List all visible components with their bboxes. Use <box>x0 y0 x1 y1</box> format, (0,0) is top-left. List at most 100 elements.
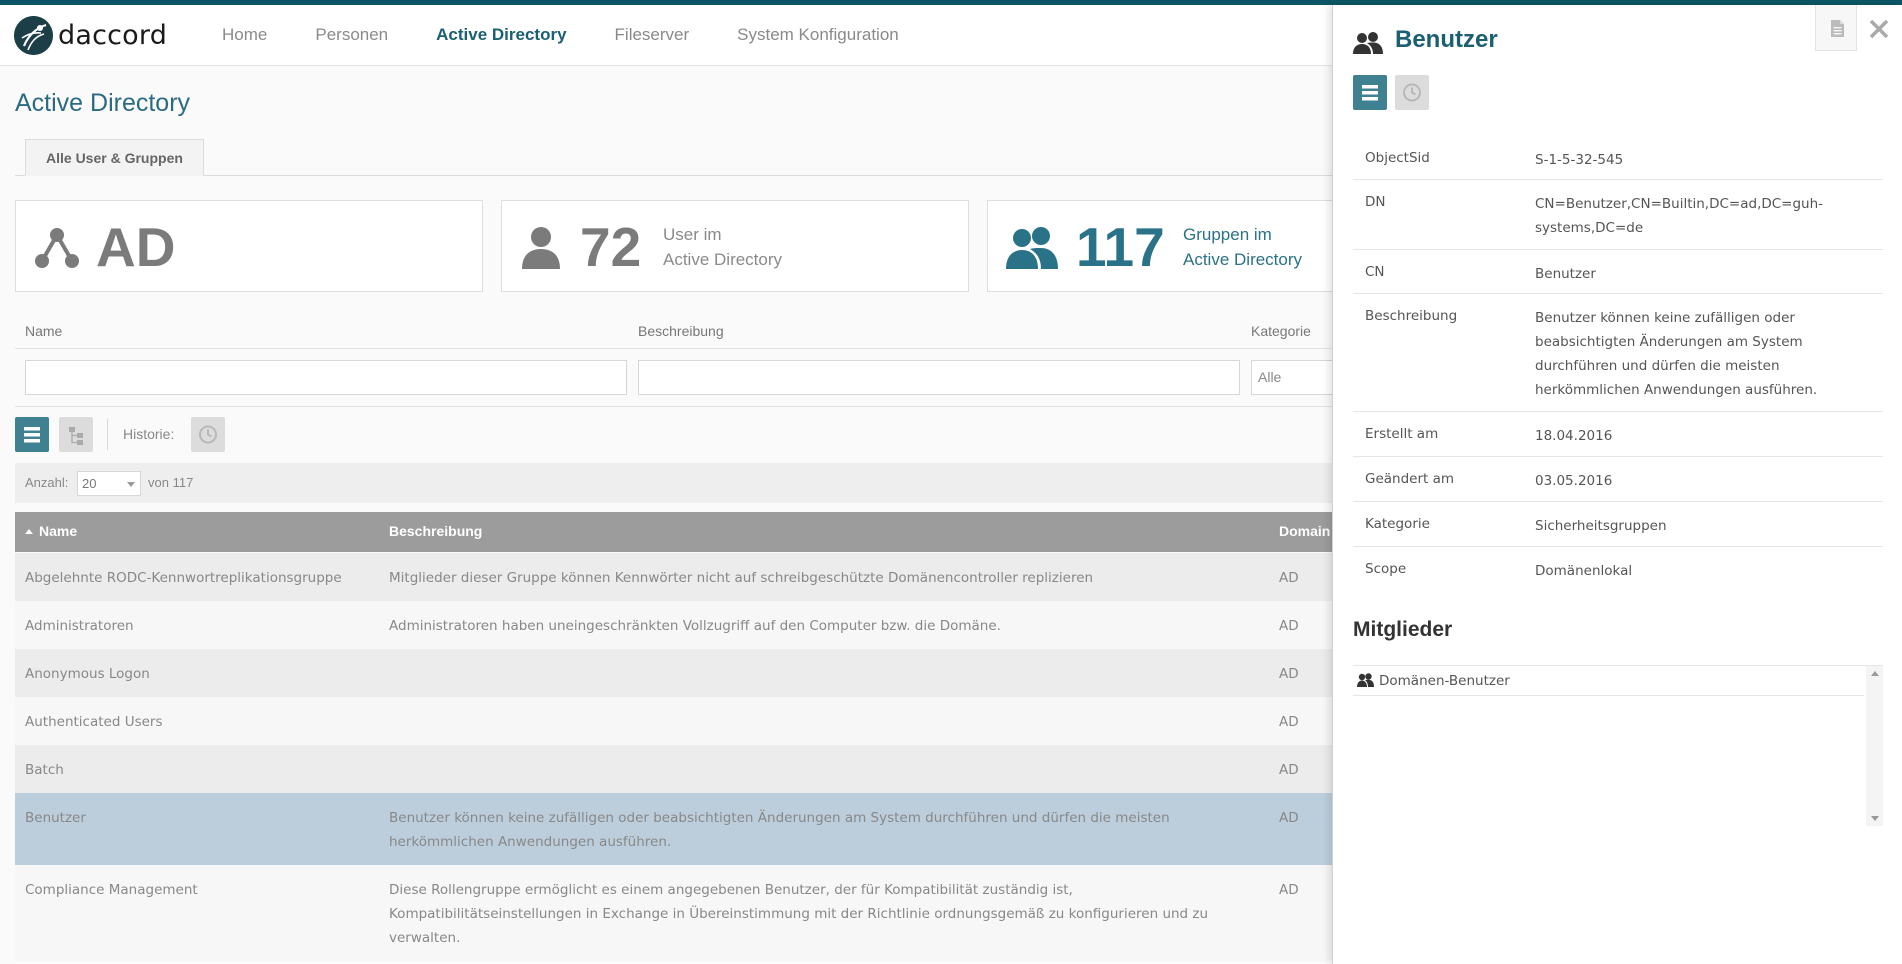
history-label: Historie: <box>123 426 175 442</box>
stat-groups-caption: Gruppen im Active Directory <box>1183 222 1302 272</box>
cell-name: Abgelehnte RODC-Kennwortreplikationsgrup… <box>25 570 342 586</box>
filter-name-input[interactable] <box>25 360 627 395</box>
property-row: Kategorie Sicherheitsgruppen <box>1353 502 1883 547</box>
cell-description-line: Kompatibilitätseinstellungen in Exchange… <box>389 906 1209 922</box>
member-name: Domänen-Benutzer <box>1379 673 1510 689</box>
table-toolbar: Historie: <box>15 417 415 453</box>
nav-system-konfiguration[interactable]: System Konfiguration <box>737 25 899 45</box>
detail-list-view-button[interactable] <box>1353 75 1387 110</box>
users-icon <box>1006 225 1058 275</box>
network-icon <box>34 225 80 275</box>
tab-alle-user-gruppen[interactable]: Alle User & Gruppen <box>25 139 204 176</box>
nav-home[interactable]: Home <box>222 25 267 45</box>
stat-users-caption-line2: Active Directory <box>663 250 783 269</box>
table-row[interactable]: Anonymous Logon AD <box>15 649 1332 697</box>
property-value: Domänenlokal <box>1535 563 1633 579</box>
list-icon <box>24 427 40 443</box>
cell-name: Anonymous Logon <box>25 666 150 682</box>
property-value-line: beabsichtigten Änderungen am System <box>1535 334 1803 350</box>
document-icon <box>1831 20 1844 37</box>
table-row[interactable]: Administratoren Administratoren haben un… <box>15 601 1332 649</box>
total-count-label: von 117 <box>148 475 194 490</box>
stat-users-value: 72 <box>580 216 642 278</box>
cell-description-line: Diese Rollengruppe ermöglicht es einem a… <box>389 882 1073 898</box>
table-row[interactable]: Compliance Management Diese Rollengruppe… <box>15 865 1332 961</box>
property-key: ObjectSid <box>1365 150 1430 166</box>
list-icon <box>1362 85 1378 101</box>
property-key: Geändert am <box>1365 471 1455 487</box>
page-title: Active Directory <box>15 89 191 117</box>
nav-active-directory[interactable]: Active Directory <box>436 25 566 45</box>
nav-personen[interactable]: Personen <box>315 25 388 45</box>
cell-description: Administratoren haben uneingeschränkten … <box>389 618 1001 634</box>
cell-domain: AD <box>1279 882 1299 898</box>
sort-ascending-icon <box>25 529 33 534</box>
property-key: Erstellt am <box>1365 426 1439 442</box>
property-value: Sicherheitsgruppen <box>1535 518 1667 534</box>
tree-view-button[interactable] <box>59 417 93 452</box>
column-header-domain[interactable]: Domain <box>1279 523 1330 539</box>
user-icon <box>520 225 562 275</box>
property-value: 18.04.2016 <box>1535 428 1613 444</box>
logo[interactable]: daccord <box>14 15 167 55</box>
cell-description: Mitglieder dieser Gruppe können Kennwört… <box>389 570 1094 586</box>
table-header: Name Beschreibung Domain <box>15 512 1332 552</box>
member-item[interactable]: Domänen-Benutzer <box>1353 666 1864 696</box>
stat-card-users[interactable]: 72 User im Active Directory <box>501 200 969 292</box>
property-value-line: Benutzer können keine zufälligen oder <box>1535 310 1795 326</box>
count-label: Anzahl: <box>25 475 69 490</box>
cell-description: Diese Rollengruppe ermöglicht es einem a… <box>389 878 1208 950</box>
property-key: DN <box>1365 194 1386 210</box>
cell-domain: AD <box>1279 666 1299 682</box>
close-icon <box>1869 19 1889 39</box>
property-row: Geändert am 03.05.2016 <box>1353 457 1883 502</box>
cell-domain: AD <box>1279 810 1299 826</box>
page-size-select[interactable]: 20 <box>77 471 141 496</box>
column-header-description[interactable]: Beschreibung <box>389 523 482 539</box>
property-value: S-1-5-32-545 <box>1535 152 1624 168</box>
filter-category-select[interactable]: Alle <box>1251 360 1332 395</box>
filter-name-label: Name <box>25 323 63 339</box>
navbar: daccord Home Personen Active Directory F… <box>0 5 1332 66</box>
detail-history-button[interactable] <box>1395 75 1429 110</box>
table-row[interactable]: Authenticated Users AD <box>15 697 1332 745</box>
cell-domain: AD <box>1279 714 1299 730</box>
members-title: Mitglieder <box>1353 618 1453 641</box>
daccord-logo-icon <box>14 15 53 55</box>
stat-groups-caption-line1: Gruppen im <box>1183 225 1272 244</box>
filter-description-input[interactable] <box>638 360 1240 395</box>
property-row: DN CN=Benutzer,CN=Builtin,DC=ad,DC=guh- … <box>1353 180 1883 250</box>
stat-users-caption-line1: User im <box>663 225 722 244</box>
table-row-selected[interactable]: Benutzer Benutzer können keine zufällige… <box>15 793 1332 865</box>
column-header-name[interactable]: Name <box>25 523 77 539</box>
clock-icon <box>1403 83 1421 102</box>
table-row[interactable]: Abgelehnte RODC-Kennwortreplikationsgrup… <box>15 553 1332 601</box>
property-value: CN=Benutzer,CN=Builtin,DC=ad,DC=guh- sys… <box>1535 192 1875 240</box>
list-view-button[interactable] <box>15 417 49 452</box>
stat-card-groups[interactable]: 117 Gruppen im Active Directory <box>987 200 1332 292</box>
members-scrollbar[interactable] <box>1866 666 1883 826</box>
property-value: Benutzer können keine zufälligen oder be… <box>1535 306 1875 402</box>
document-button[interactable] <box>1815 5 1857 51</box>
main-nav: Home Personen Active Directory Fileserve… <box>222 5 947 65</box>
cell-domain: AD <box>1279 762 1299 778</box>
stat-card-ad: AD <box>15 200 483 292</box>
filter-category-label: Kategorie <box>1251 323 1311 339</box>
cell-description-line: verwalten. <box>389 930 461 946</box>
stat-groups-value: 117 <box>1076 216 1165 278</box>
property-value-line: herkömmlichen Anwendungen ausführen. <box>1535 382 1818 398</box>
history-button[interactable] <box>191 417 225 452</box>
cell-description: Benutzer können keine zufälligen oder be… <box>389 806 1170 854</box>
stat-ad-value: AD <box>96 216 176 278</box>
column-header-name-label: Name <box>39 523 78 539</box>
property-value-line: CN=Benutzer,CN=Builtin,DC=ad,DC=guh- <box>1535 196 1824 212</box>
property-value: Benutzer <box>1535 266 1596 282</box>
toolbar-divider <box>107 419 108 450</box>
close-button[interactable] <box>1865 15 1893 43</box>
cell-name: Batch <box>25 762 64 778</box>
scroll-down-icon <box>1871 816 1879 821</box>
logo-text: daccord <box>58 19 168 51</box>
nav-fileserver[interactable]: Fileserver <box>615 25 690 45</box>
property-value-line: durchführen und dürfen die meisten <box>1535 358 1780 374</box>
table-row[interactable]: Batch AD <box>15 745 1332 793</box>
